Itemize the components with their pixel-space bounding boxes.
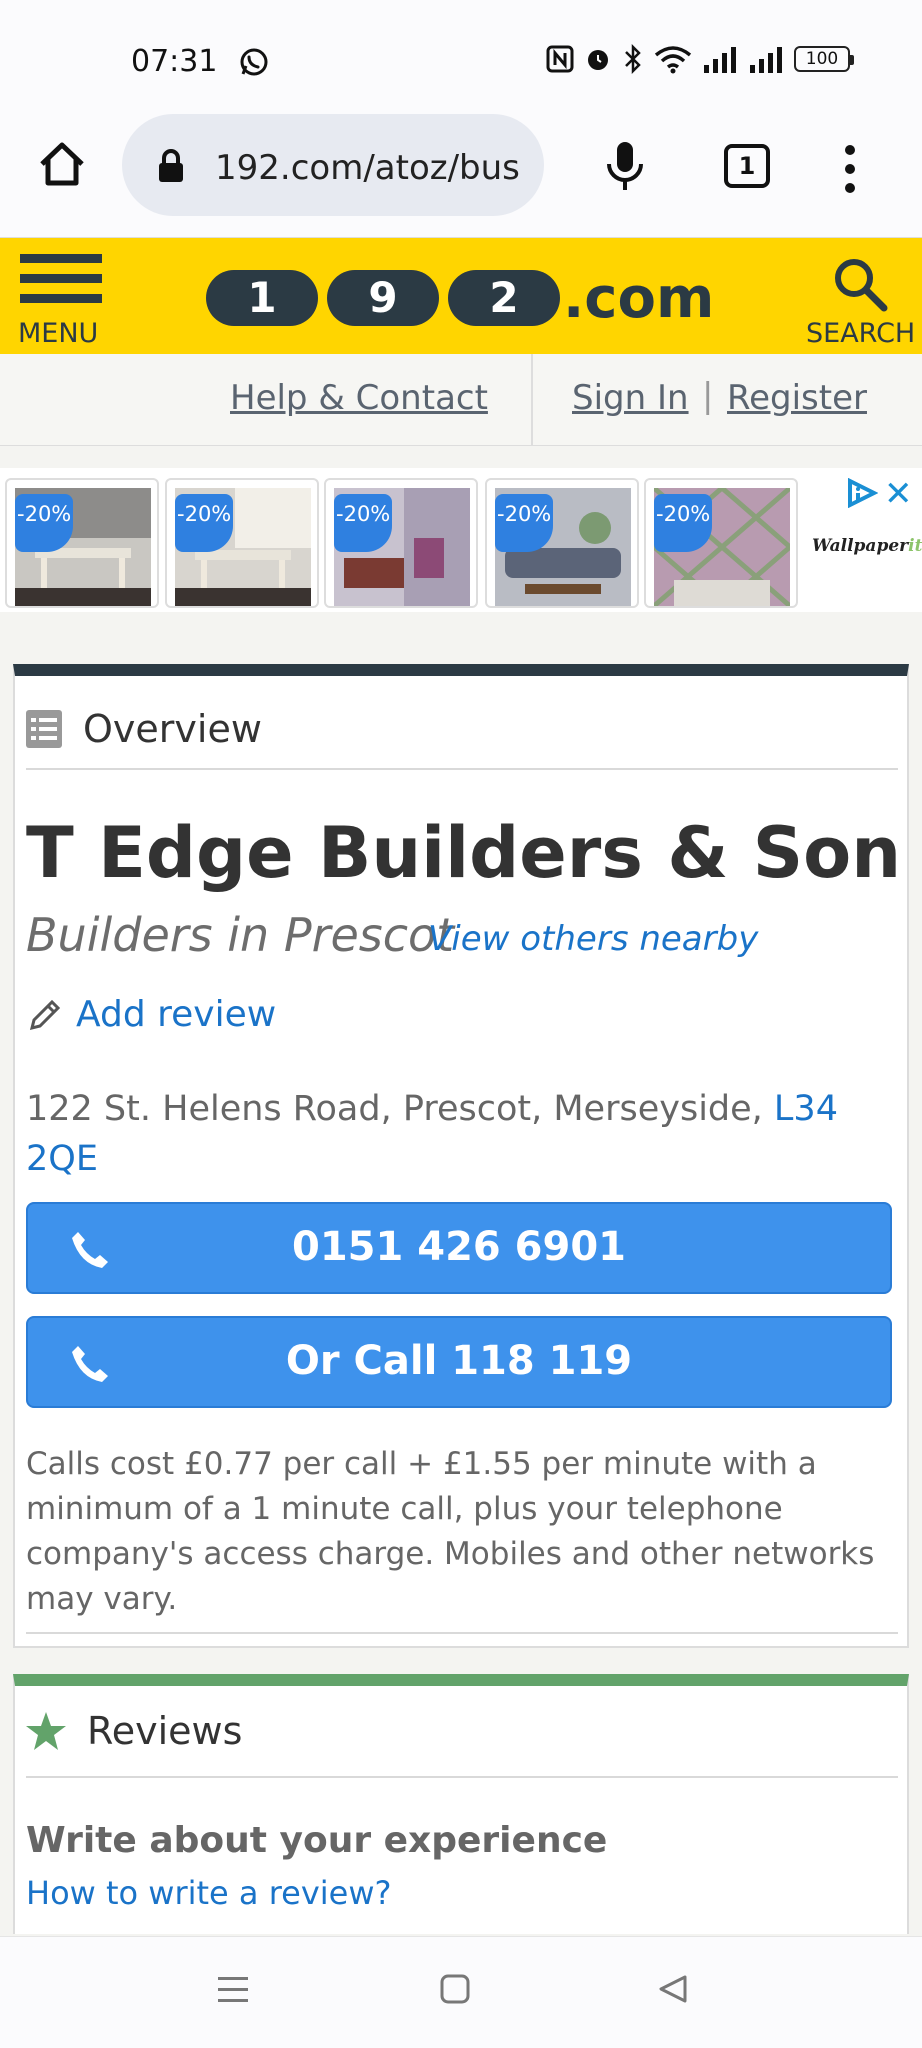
- write-experience-heading: Write about your experience: [26, 1820, 608, 1861]
- whatsapp-icon: [240, 48, 268, 76]
- discount-badge: -20%: [495, 494, 553, 552]
- phone-number: 0151 426 6901: [291, 1224, 626, 1270]
- overview-header: Overview: [25, 704, 262, 754]
- call-cost-note: Calls cost £0.77 per call + £1.55 per mi…: [26, 1446, 875, 1617]
- nav-divider: [531, 354, 533, 446]
- discount-badge: -20%: [654, 494, 712, 552]
- divider: [26, 768, 898, 770]
- account-nav: Help & Contact Sign In | Register: [0, 354, 922, 446]
- bluetooth-icon: [625, 44, 641, 74]
- signal-icon: [750, 47, 782, 73]
- hamburger-icon-bar: [20, 294, 102, 303]
- ad-brand-text: Wallpaper: [812, 536, 909, 556]
- ad-product-tile[interactable]: -20%: [324, 478, 478, 608]
- phone-icon: [72, 1346, 108, 1382]
- battery-indicator: 100: [794, 46, 854, 72]
- add-review-label: Add review: [76, 994, 277, 1035]
- ad-brand-logo: Wallpaperit: [812, 536, 922, 556]
- view-others-nearby-link[interactable]: View others nearby: [428, 919, 758, 959]
- ad-product-tile[interactable]: -20%: [485, 478, 639, 608]
- nav-separator: |: [702, 376, 714, 416]
- microphone-icon[interactable]: [603, 138, 647, 194]
- discount-badge: -20%: [334, 494, 392, 552]
- discount-badge: -20%: [175, 494, 233, 552]
- ad-brand-suffix: it: [908, 536, 922, 556]
- call-118119-button[interactable]: Or Call 118 119: [26, 1316, 892, 1408]
- logo-digit: 9: [327, 270, 439, 326]
- overview-card: Overview T Edge Builders & Son Builders …: [13, 664, 909, 1648]
- back-icon[interactable]: [657, 1973, 689, 2005]
- how-to-write-review-link[interactable]: How to write a review?: [26, 1874, 392, 1912]
- nfc-icon: [546, 45, 574, 73]
- advertisement-banner[interactable]: -20% -20% -20% -20% -20% ✕ Wallpaperit: [0, 468, 922, 612]
- ad-product-tile[interactable]: -20%: [5, 478, 159, 608]
- address-bar[interactable]: 192.com/atoz/bus: [122, 114, 544, 216]
- divider: [26, 1776, 898, 1778]
- discount-badge: -20%: [15, 494, 73, 552]
- hamburger-icon: [20, 254, 102, 263]
- more-options-icon[interactable]: [840, 144, 860, 194]
- ad-product-tile[interactable]: -20%: [644, 478, 798, 608]
- menu-label: MENU: [18, 318, 99, 349]
- sign-in-link[interactable]: Sign In: [572, 378, 689, 418]
- adchoices-icon[interactable]: [846, 478, 878, 508]
- business-category: Builders in Prescot: [26, 908, 455, 962]
- logo-digit: 2: [448, 270, 560, 326]
- alt-call-label: Or Call 118 119: [285, 1338, 633, 1384]
- overview-title: Overview: [83, 707, 262, 751]
- recent-apps-icon[interactable]: [216, 1973, 250, 2005]
- search-icon: [835, 259, 888, 312]
- site-header: MENU 1 9 2 .com SEARCH: [0, 238, 922, 354]
- business-address: 122 St. Helens Road, Prescot, Merseyside…: [26, 1084, 886, 1184]
- hamburger-icon-bar: [20, 274, 102, 283]
- add-review-link[interactable]: Add review: [26, 994, 276, 1035]
- site-logo[interactable]: 1 9 2 .com: [206, 265, 715, 331]
- search-button[interactable]: SEARCH: [804, 252, 916, 349]
- business-name: T Edge Builders & Son: [26, 812, 902, 894]
- signal-icon: [704, 47, 736, 73]
- reviews-card: Reviews Write about your experience How …: [13, 1674, 909, 1934]
- tab-switcher-button[interactable]: 1: [724, 144, 770, 188]
- home-nav-icon[interactable]: [439, 1973, 471, 2005]
- divider: [26, 1632, 898, 1634]
- logo-digit: 1: [206, 270, 318, 326]
- status-time: 07:31: [131, 44, 218, 79]
- help-contact-link[interactable]: Help & Contact: [230, 378, 488, 418]
- register-link[interactable]: Register: [727, 378, 867, 418]
- reviews-title: Reviews: [87, 1709, 243, 1753]
- home-icon[interactable]: [36, 138, 88, 190]
- call-business-button[interactable]: 0151 426 6901: [26, 1202, 892, 1294]
- lock-icon: [159, 149, 183, 182]
- address-text: 122 St. Helens Road, Prescot, Merseyside…: [26, 1089, 774, 1129]
- alarm-icon: [588, 50, 608, 70]
- star-icon: [26, 1712, 66, 1750]
- search-label: SEARCH: [806, 318, 916, 349]
- status-bar: 07:31 100: [0, 0, 922, 110]
- reviews-header: Reviews: [25, 1706, 242, 1756]
- wifi-icon: [654, 46, 692, 74]
- close-ad-icon[interactable]: ✕: [884, 474, 913, 514]
- browser-toolbar: 192.com/atoz/bus 1: [0, 110, 922, 238]
- menu-button[interactable]: MENU: [18, 250, 108, 349]
- ad-product-tile[interactable]: -20%: [165, 478, 319, 608]
- url-text[interactable]: 192.com/atoz/bus: [215, 148, 535, 188]
- logo-suffix: .com: [563, 265, 715, 331]
- system-navigation-bar: [0, 1936, 922, 2048]
- phone-icon: [72, 1232, 108, 1268]
- list-icon: [26, 710, 62, 748]
- pencil-icon: [29, 999, 61, 1030]
